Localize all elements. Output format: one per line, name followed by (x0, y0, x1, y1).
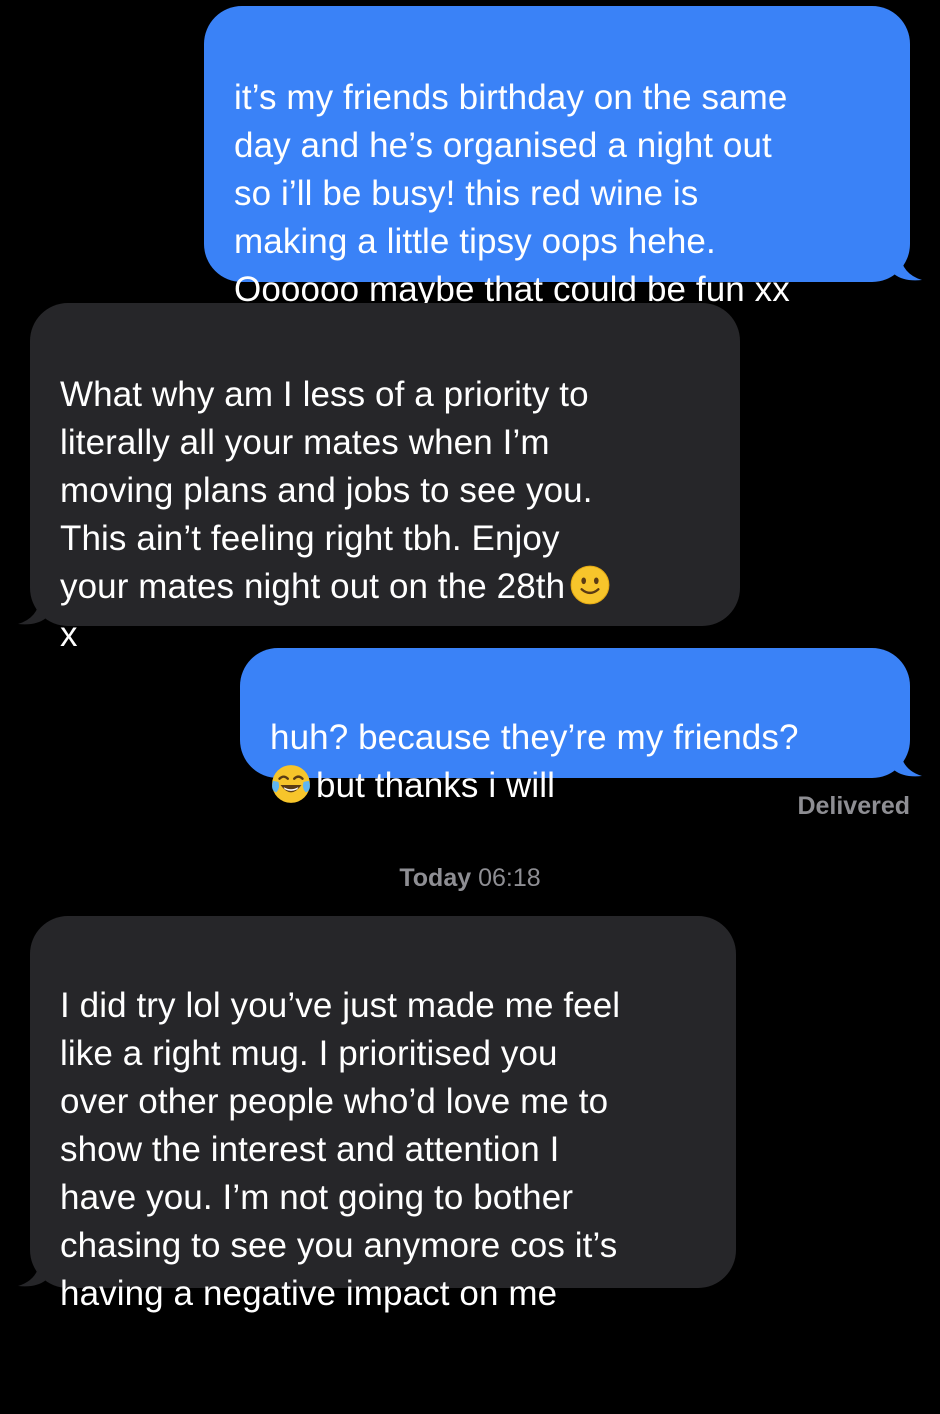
bubble-tail (18, 598, 46, 625)
sent-message-bubble[interactable]: it’s my friends birthday on the same day… (204, 6, 922, 309)
bubble-tail (18, 1260, 46, 1287)
message-text: it’s my friends birthday on the same day… (234, 78, 790, 309)
bubble-tail (894, 750, 922, 777)
timestamp-day: Today (399, 864, 472, 892)
slightly-smiling-face-icon (570, 565, 610, 605)
message-text-part: but thanks i will (316, 766, 556, 805)
message-text: huh? because they’re my friends? but tha… (270, 714, 880, 810)
message-text-part: x (60, 615, 78, 654)
message-text: I did try lol you’ve just made me feel l… (60, 986, 621, 1313)
received-message-bubble[interactable]: I did try lol you’ve just made me feel l… (18, 916, 736, 1313)
face-with-tears-of-joy-icon (272, 765, 310, 803)
message-text-part: huh? because they’re my friends? (270, 718, 799, 757)
bubble-tail (894, 254, 922, 281)
message-text: What why am I less of a priority to lite… (60, 371, 710, 659)
timestamp-time: 06:18 (478, 864, 541, 892)
sent-message-bubble[interactable]: huh? because they’re my friends? but tha… (240, 648, 922, 805)
received-message-bubble[interactable]: What why am I less of a priority to lite… (18, 303, 740, 654)
message-text-part: What why am I less of a priority to lite… (60, 375, 593, 606)
timestamp: Today 06:18 (0, 864, 940, 893)
message-thread: it’s my friends birthday on the same day… (0, 0, 940, 1313)
delivered-status: Delivered (797, 792, 910, 820)
